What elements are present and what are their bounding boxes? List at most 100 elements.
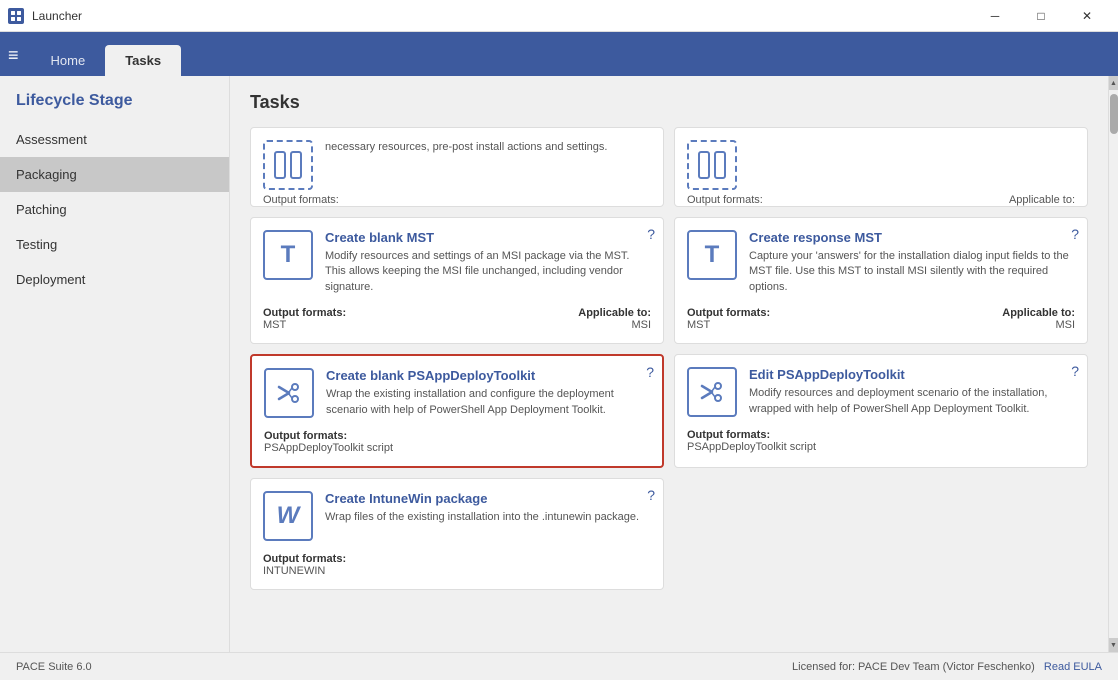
hamburger-menu[interactable]: ≡ [8, 45, 19, 76]
task-footer-blank-mst: Output formats: Applicable to: MST MSI [263, 307, 651, 331]
task-footer-response-mst: Output formats: Applicable to: MST MSI [687, 307, 1075, 331]
task-grid: necessary resources, pre-post install ac… [250, 127, 1088, 590]
license-info: Licensed for: PACE Dev Team (Victor Fesc… [792, 661, 1102, 673]
task-desc-blank-mst: Modify resources and settings of an MSI … [325, 249, 651, 295]
title-bar: Launcher ─ □ ✕ [0, 0, 1118, 32]
task-footer-psapp-create: Output formats: PSAppDeployToolkit scrip… [264, 430, 650, 454]
help-icon-psapp-create[interactable]: ? [646, 364, 654, 380]
card-top-blank-mst: T Create blank MST Modify resources and … [263, 230, 651, 295]
task-title-intunewin: Create IntuneWin package [325, 491, 651, 506]
output-label-psapp-edit: Output formats: [687, 429, 770, 441]
task-card-partial-right[interactable]: Output formats: Applicable to: MSI, MST,… [674, 127, 1088, 207]
footer-values-partial-right: MSI, MST, MSM, MSP MSI, MST [687, 206, 1075, 207]
sidebar-item-patching[interactable]: Patching [0, 192, 229, 227]
task-info-psapp-edit: Edit PSAppDeployToolkit Modify resources… [749, 367, 1075, 417]
task-card-psapp-create[interactable]: ? Create blank PSAppDeployToolkit [250, 354, 664, 468]
output-value-psapp-create: PSAppDeployToolkit script [264, 442, 393, 454]
task-title-psapp-create: Create blank PSAppDeployToolkit [326, 368, 650, 383]
card-top-psapp-edit: Edit PSAppDeployToolkit Modify resources… [687, 367, 1075, 417]
card-top-response-mst: T Create response MST Capture your 'answ… [687, 230, 1075, 295]
app-icon [8, 8, 24, 24]
task-icon-psapp-edit [687, 367, 737, 417]
help-icon-intunewin[interactable]: ? [647, 487, 655, 503]
footer-row-partial-right: Output formats: Applicable to: [687, 194, 1075, 206]
output-label-response-mst: Output formats: [687, 307, 770, 319]
task-desc-partial-left: necessary resources, pre-post install ac… [325, 140, 651, 155]
app-title: Launcher [32, 9, 972, 23]
sidebar-item-deployment[interactable]: Deployment [0, 262, 229, 297]
tab-home[interactable]: Home [31, 45, 106, 76]
minimize-button[interactable]: ─ [972, 0, 1018, 32]
task-title-blank-mst: Create blank MST [325, 230, 651, 245]
window-controls: ─ □ ✕ [972, 0, 1110, 32]
applicable-value-response-mst: MSI [1055, 319, 1075, 331]
page-title: Tasks [250, 92, 1088, 113]
sidebar-item-testing[interactable]: Testing [0, 227, 229, 262]
footer-values-blank-mst: MST MSI [263, 319, 651, 331]
scroll-rail: ▲ ▼ [1108, 76, 1118, 652]
task-card-blank-mst[interactable]: ? T Create blank MST Modify resources an… [250, 217, 664, 344]
help-icon-blank-mst[interactable]: ? [647, 226, 655, 242]
output-label-intunewin: Output formats: [263, 553, 346, 565]
close-button[interactable]: ✕ [1064, 0, 1110, 32]
task-desc-intunewin: Wrap files of the existing installation … [325, 510, 651, 525]
tab-tasks[interactable]: Tasks [105, 45, 181, 76]
sidebar-title: Lifecycle Stage [0, 92, 229, 122]
content-area: Tasks necessary resources, pre-post inst… [230, 76, 1108, 652]
help-icon-response-mst[interactable]: ? [1071, 226, 1079, 242]
output-value-blank-mst: MST [263, 319, 286, 331]
eula-link[interactable]: Read EULA [1044, 661, 1102, 673]
task-icon-response-mst: T [687, 230, 737, 280]
scroll-thumb[interactable] [1110, 94, 1118, 134]
task-icon-intunewin: W [263, 491, 313, 541]
task-info-partial-left: necessary resources, pre-post install ac… [325, 140, 651, 155]
output-value-psapp-edit: PSAppDeployToolkit script [687, 441, 816, 453]
sidebar-item-assessment[interactable]: Assessment [0, 122, 229, 157]
task-card-partial-left[interactable]: necessary resources, pre-post install ac… [250, 127, 664, 207]
task-icon-partial-left [263, 140, 313, 190]
footer-values-response-mst: MST MSI [687, 319, 1075, 331]
scroll-down-arrow[interactable]: ▼ [1109, 638, 1118, 652]
task-icon-partial-right [687, 140, 737, 190]
task-footer-intunewin: Output formats: INTUNEWIN [263, 553, 651, 577]
help-icon-psapp-edit[interactable]: ? [1071, 363, 1079, 379]
t-icon-response-mst: T [705, 241, 720, 269]
footer-row-blank-mst: Output formats: Applicable to: [263, 307, 651, 319]
task-footer-psapp-edit: Output formats: PSAppDeployToolkit scrip… [687, 429, 1075, 453]
main-layout: Lifecycle Stage Assessment Packaging Pat… [0, 76, 1118, 652]
task-footer-partial-left: Output formats: MSI, MST, MSM, MSP [263, 194, 651, 207]
output-label-blank-mst: Output formats: [263, 307, 346, 319]
output-value-partial-right: MSI, MST, MSM, MSP [687, 206, 796, 207]
task-desc-psapp-edit: Modify resources and deployment scenario… [749, 386, 1075, 417]
output-label-partial-left: Output formats: [263, 194, 339, 206]
task-info-response-mst: Create response MST Capture your 'answer… [749, 230, 1075, 295]
applicable-value-partial-right: MSI, MST [1026, 206, 1075, 207]
task-title-response-mst: Create response MST [749, 230, 1075, 245]
sidebar-item-packaging[interactable]: Packaging [0, 157, 229, 192]
maximize-button[interactable]: □ [1018, 0, 1064, 32]
w-icon-intunewin: W [277, 502, 300, 530]
output-value-partial-left: MSI, MST, MSM, MSP [263, 206, 372, 207]
card-top-psapp-create: Create blank PSAppDeployToolkit Wrap the… [264, 368, 650, 418]
applicable-label-partial-right: Applicable to: [1009, 194, 1075, 206]
task-info-blank-mst: Create blank MST Modify resources and se… [325, 230, 651, 295]
t-icon-blank-mst: T [281, 241, 296, 269]
task-info-intunewin: Create IntuneWin package Wrap files of t… [325, 491, 651, 525]
task-desc-response-mst: Capture your 'answers' for the installat… [749, 249, 1075, 295]
card-top-intunewin: W Create IntuneWin package Wrap files of… [263, 491, 651, 541]
sidebar: Lifecycle Stage Assessment Packaging Pat… [0, 76, 230, 652]
nav-bar: ≡ Home Tasks [0, 32, 1118, 76]
output-value-intunewin: INTUNEWIN [263, 565, 325, 577]
task-icon-blank-mst: T [263, 230, 313, 280]
task-info-psapp-create: Create blank PSAppDeployToolkit Wrap the… [326, 368, 650, 418]
version-label: PACE Suite 6.0 [16, 661, 92, 673]
output-value-response-mst: MST [687, 319, 710, 331]
footer-row-response-mst: Output formats: Applicable to: [687, 307, 1075, 319]
task-desc-psapp-create: Wrap the existing installation and confi… [326, 387, 650, 418]
status-bar: PACE Suite 6.0 Licensed for: PACE Dev Te… [0, 652, 1118, 680]
task-card-psapp-edit[interactable]: ? Edit PSAppDeployToolkit Modify [674, 354, 1088, 468]
task-card-intunewin[interactable]: ? W Create IntuneWin package Wrap files … [250, 478, 664, 590]
task-icon-psapp-create [264, 368, 314, 418]
task-card-response-mst[interactable]: ? T Create response MST Capture your 'an… [674, 217, 1088, 344]
scroll-up-arrow[interactable]: ▲ [1109, 76, 1118, 90]
